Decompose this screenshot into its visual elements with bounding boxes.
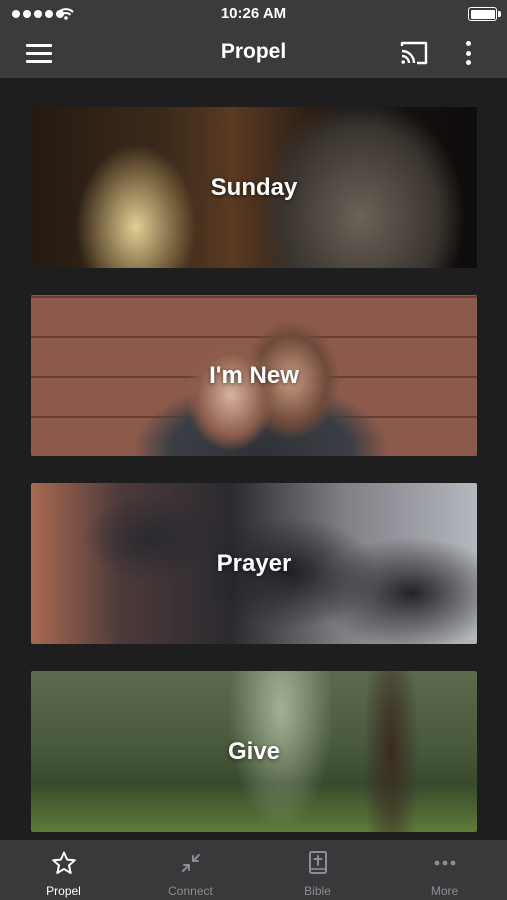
card-give-label: Give [227,737,281,765]
tab-more[interactable]: More [381,840,507,900]
bottom-nav: Propel Connect Bible More [0,840,507,900]
card-prayer-label: Prayer [216,549,292,577]
tab-bible-label: Bible [304,884,331,898]
tab-connect[interactable]: Connect [127,840,254,900]
tab-connect-label: Connect [168,884,213,898]
connect-arrows-icon [181,854,200,872]
card-im-new[interactable]: I'm New [31,295,477,456]
bible-icon [308,851,327,874]
tab-more-label: More [430,884,459,898]
app-bar: Propel [0,28,507,78]
card-sunday-label: Sunday [210,173,298,201]
tab-propel-label: Propel [46,884,81,898]
status-bar: 10:26 AM [0,0,507,28]
more-horizontal-icon [434,860,455,866]
star-icon [51,851,76,874]
cast-icon[interactable] [396,38,432,68]
card-give[interactable]: Give [31,671,477,832]
more-options-icon[interactable] [454,38,482,68]
tab-bible[interactable]: Bible [254,840,381,900]
content-list: Sunday I'm New Prayer Give [0,78,507,840]
card-prayer[interactable]: Prayer [31,483,477,644]
status-time: 10:26 AM [220,5,287,22]
battery-icon [468,7,501,21]
card-sunday[interactable]: Sunday [31,107,477,268]
card-im-new-label: I'm New [209,361,299,389]
tab-propel[interactable]: Propel [0,840,127,900]
